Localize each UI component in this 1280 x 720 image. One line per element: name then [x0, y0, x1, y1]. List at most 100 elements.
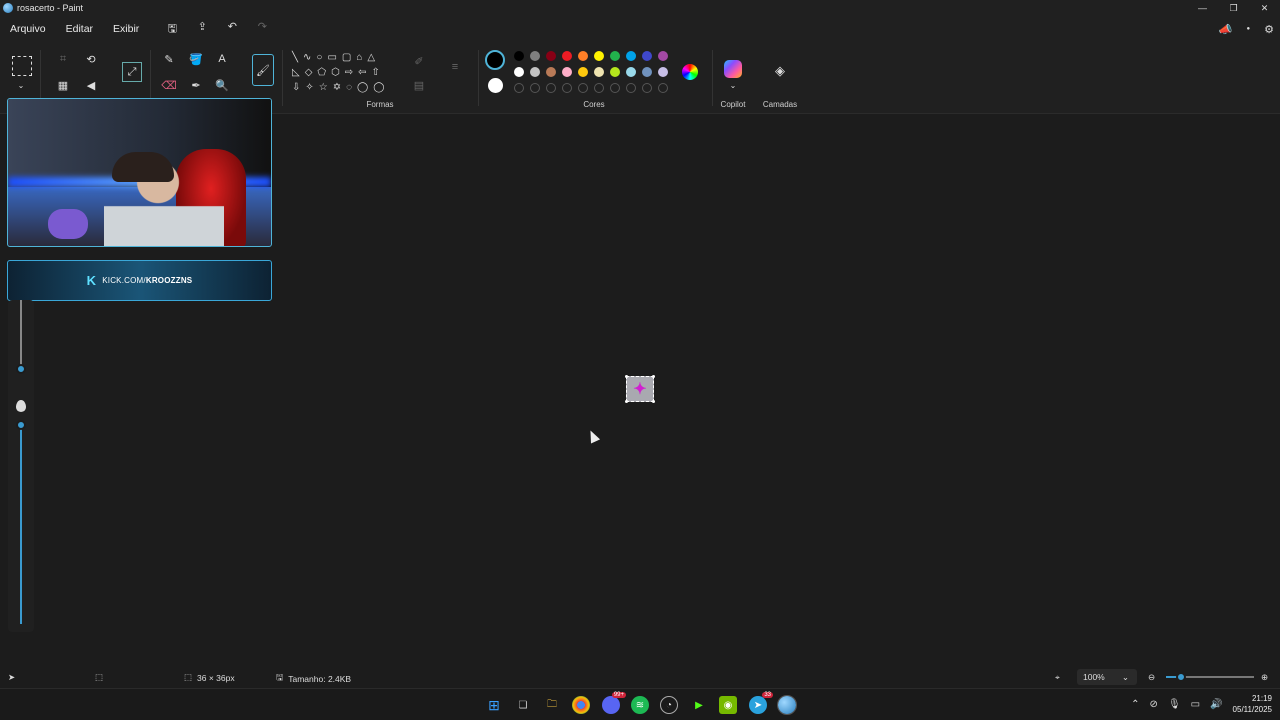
zoom-out-icon[interactable]: ⊖	[1148, 672, 1155, 683]
image-background-icon[interactable]: ▦	[54, 76, 72, 94]
layers-icon[interactable]: ◈	[771, 62, 789, 80]
zoom-slider-thumb[interactable]	[1176, 672, 1186, 682]
color-swatch[interactable]	[530, 67, 540, 77]
rotate-icon[interactable]: ⟲	[82, 50, 100, 68]
telegram-icon[interactable]: ➤ 33	[749, 692, 773, 714]
custom-color-slot[interactable]	[658, 83, 668, 93]
shape-size-icon[interactable]: ≡	[446, 58, 464, 76]
color-swatch[interactable]	[546, 51, 556, 61]
resize-handle[interactable]	[625, 400, 628, 403]
custom-color-slot[interactable]	[530, 83, 540, 93]
fit-to-window-icon[interactable]: ⌖	[1055, 672, 1060, 683]
chevron-down-icon[interactable]: ⌄	[12, 76, 30, 94]
color-swatch[interactable]	[658, 67, 668, 77]
shapes-row-3[interactable]: ⇩✧☆✡◌◯◯	[292, 80, 400, 95]
brushes-icon[interactable]: 🖌	[252, 54, 274, 86]
menu-exibir[interactable]: Exibir	[103, 23, 149, 35]
color-swatch[interactable]	[578, 67, 588, 77]
color-swatch[interactable]	[642, 51, 652, 61]
fill-style-icon[interactable]: ▤	[410, 76, 428, 94]
canvas-image-selection[interactable]: ✦	[625, 375, 655, 403]
minimize-button[interactable]: —	[1187, 0, 1218, 16]
shapes-row-2[interactable]: ◺◇⬠⬡⇨⇦⇧	[292, 65, 400, 80]
windows-start-icon[interactable]: ⊞	[485, 696, 503, 714]
size-slider-thumb[interactable]	[16, 364, 26, 374]
text-icon[interactable]: A	[213, 50, 231, 68]
account-icon[interactable]: ●	[1247, 26, 1251, 32]
custom-color-slot[interactable]	[578, 83, 588, 93]
color-swatch[interactable]	[594, 51, 604, 61]
display-icon[interactable]: ▭	[1191, 699, 1200, 710]
color-swatch[interactable]	[578, 51, 588, 61]
settings-gear-icon[interactable]: ⚙	[1264, 23, 1274, 36]
size-slider-track[interactable]	[20, 300, 22, 366]
custom-color-slot[interactable]	[594, 83, 604, 93]
custom-color-slot[interactable]	[642, 83, 652, 93]
menu-arquivo[interactable]: Arquivo	[0, 23, 56, 35]
resize-icon[interactable]: ⤢	[122, 62, 142, 82]
custom-color-slot[interactable]	[562, 83, 572, 93]
color-swatch[interactable]	[514, 67, 524, 77]
outline-icon[interactable]: ✐	[410, 52, 428, 70]
color-swatch[interactable]	[658, 51, 668, 61]
color-swatch[interactable]	[514, 51, 524, 61]
color-swatch[interactable]	[562, 67, 572, 77]
discord-icon[interactable]: 99+	[602, 692, 626, 714]
primary-color[interactable]	[485, 50, 505, 70]
color-swatch[interactable]	[546, 67, 556, 77]
zoom-in-icon[interactable]: ⊕	[1261, 672, 1268, 683]
microphone-icon[interactable]: 🎙	[1168, 699, 1181, 710]
restore-button[interactable]: ❐	[1218, 0, 1249, 16]
zoom-slider[interactable]	[1166, 672, 1254, 682]
custom-color-slot[interactable]	[610, 83, 620, 93]
zoom-dropdown[interactable]: 100% ⌄	[1077, 669, 1137, 685]
crop-icon[interactable]: ⌗	[54, 50, 72, 68]
color-swatch[interactable]	[594, 67, 604, 77]
opacity-slider-track[interactable]	[20, 424, 22, 624]
obs-icon[interactable]: ◔	[660, 696, 678, 714]
nvidia-icon[interactable]: ◉	[719, 696, 737, 714]
fill-bucket-icon[interactable]: 🪣	[187, 50, 205, 68]
select-icon[interactable]	[12, 56, 32, 76]
spotify-icon[interactable]: ≋	[631, 696, 649, 714]
edit-colors-icon[interactable]	[682, 64, 698, 80]
color-swatch[interactable]	[530, 51, 540, 61]
resize-handle[interactable]	[652, 375, 655, 378]
volume-icon[interactable]: 🔊	[1210, 699, 1222, 710]
menu-editar[interactable]: Editar	[56, 23, 103, 35]
custom-color-slot[interactable]	[546, 83, 556, 93]
color-swatch[interactable]	[610, 51, 620, 61]
kick-app-icon[interactable]: ▶	[690, 696, 708, 714]
clock[interactable]: 21:19 05/11/2025	[1233, 693, 1272, 715]
secondary-color[interactable]	[488, 78, 503, 93]
eraser-icon[interactable]: ⌫	[160, 76, 178, 94]
share-icon[interactable]: ⇪	[187, 20, 217, 39]
resize-handle[interactable]	[652, 400, 655, 403]
custom-color-slot[interactable]	[626, 83, 636, 93]
color-swatch[interactable]	[610, 67, 620, 77]
feedback-icon[interactable]: 📣	[1219, 23, 1233, 36]
custom-color-slot[interactable]	[514, 83, 524, 93]
color-swatch[interactable]	[626, 51, 636, 61]
file-explorer-icon[interactable]: 🗀	[543, 696, 561, 714]
color-swatch[interactable]	[642, 67, 652, 77]
color-picker-icon[interactable]: ✒	[187, 76, 205, 94]
magnifier-icon[interactable]: 🔍	[213, 76, 231, 94]
resize-handle[interactable]	[625, 375, 628, 378]
close-button[interactable]: ✕	[1249, 0, 1280, 16]
chrome-icon[interactable]	[572, 696, 590, 714]
pencil-icon[interactable]: ✎	[160, 50, 178, 68]
paint-taskbar-icon[interactable]	[777, 695, 797, 715]
opacity-slider-thumb[interactable]	[16, 420, 26, 430]
redo-icon[interactable]: ↷	[247, 20, 277, 39]
tray-overflow-icon[interactable]: ⌃	[1131, 699, 1139, 710]
undo-icon[interactable]: ↶	[217, 20, 247, 39]
save-icon[interactable]: 🖫	[157, 20, 187, 39]
network-off-icon[interactable]: ⊘	[1150, 699, 1158, 710]
shapes-row-1[interactable]: ╲∿○▭▢⌂△	[292, 50, 400, 65]
color-swatch[interactable]	[626, 67, 636, 77]
color-swatch[interactable]	[562, 51, 572, 61]
chevron-down-icon[interactable]: ⌄	[724, 76, 742, 94]
task-view-icon[interactable]: ❏	[514, 696, 532, 714]
flip-icon[interactable]: ◀	[82, 76, 100, 94]
